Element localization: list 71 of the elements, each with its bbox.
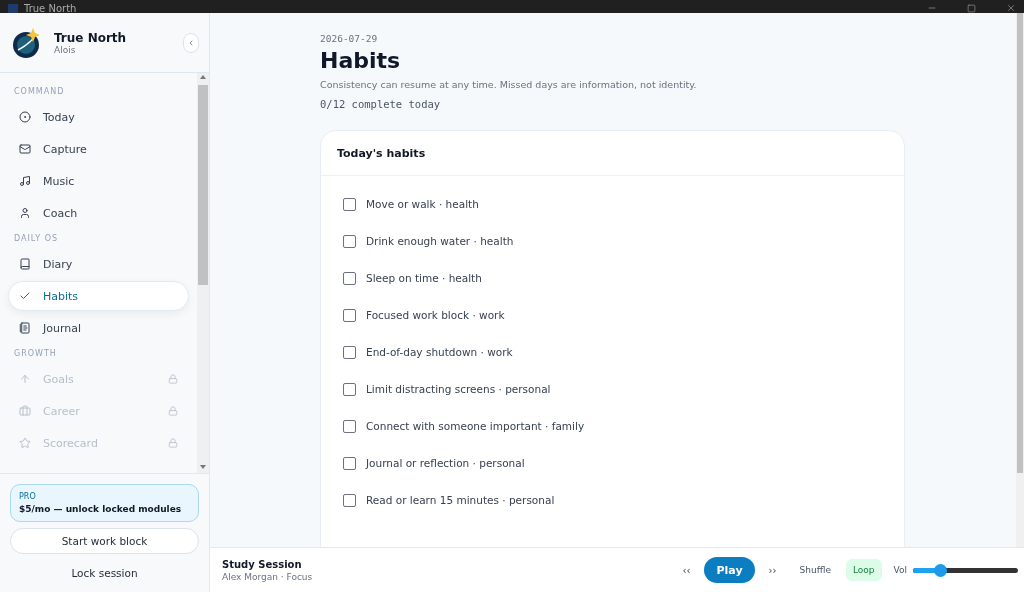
- volume-label: Vol: [893, 565, 907, 575]
- toggle-button[interactable]: Loop: [845, 559, 882, 581]
- track-artist: Alex Morgan · Focus: [222, 571, 314, 582]
- app-icon: [8, 4, 18, 13]
- briefcase-icon: [19, 405, 31, 417]
- start-work-button[interactable]: Start work block: [10, 528, 199, 554]
- book-icon: [19, 258, 31, 270]
- notebook-icon: [19, 322, 31, 334]
- main-scrollbar[interactable]: [1016, 13, 1024, 547]
- scroll-up-icon[interactable]: [200, 75, 206, 79]
- lock-icon: [168, 406, 178, 416]
- nav-item[interactable]: Today: [8, 102, 189, 132]
- star-icon: [19, 437, 31, 449]
- close-icon[interactable]: [1006, 3, 1016, 13]
- habit-label: Sleep on time · health: [366, 272, 482, 284]
- page-subtitle: Consistency can resume at any time. Missed days are information, not identity.: [320, 79, 698, 90]
- music-icon: [19, 175, 31, 187]
- previous-button[interactable]: ‹‹: [674, 564, 699, 576]
- habit-checkbox[interactable]: [343, 382, 356, 396]
- date-label: 2026-07-29: [320, 33, 379, 44]
- habit-checkbox[interactable]: [343, 345, 356, 359]
- lock-session-button[interactable]: Lock session: [10, 560, 199, 586]
- habit-checkbox[interactable]: [343, 234, 356, 248]
- user-icon: [19, 207, 31, 219]
- next-button[interactable]: ››: [760, 564, 785, 576]
- scrollbar[interactable]: [197, 73, 209, 473]
- promo-card[interactable]: PRO $5/mo — unlock locked modules: [10, 484, 199, 522]
- habit-label: Drink enough water · health: [366, 235, 514, 247]
- habit-label: Read or learn 15 minutes · personal: [366, 494, 555, 506]
- maximize-icon[interactable]: [967, 4, 976, 13]
- promo-text: $5/mo — unlock locked modules: [19, 504, 183, 514]
- section-heading: GROWTH: [13, 348, 58, 360]
- lock-icon: [168, 374, 178, 384]
- habit-label: Connect with someone important · family: [366, 420, 585, 432]
- window-title: True North: [24, 4, 77, 13]
- habit-label: Focused work block · work: [366, 309, 505, 321]
- section-heading: DAILY OS: [13, 233, 60, 245]
- target-icon: [19, 111, 31, 123]
- habit-checkbox[interactable]: [343, 456, 356, 470]
- habit-checkbox[interactable]: [343, 308, 356, 322]
- nav-item[interactable]: Journal: [8, 313, 189, 343]
- habit-checkbox[interactable]: [343, 419, 356, 433]
- scroll-down-icon[interactable]: [200, 465, 206, 469]
- habit-label: Journal or reflection · personal: [366, 457, 525, 469]
- track-title: Study Session: [222, 558, 303, 570]
- chevron-left-icon: [187, 38, 195, 47]
- user-name: Alois: [54, 44, 77, 55]
- nav-item[interactable]: Diary: [8, 249, 189, 279]
- progress-text: 0/12 complete today: [320, 98, 442, 110]
- mail-icon: [19, 143, 31, 155]
- habit-checkbox[interactable]: [343, 271, 356, 285]
- habit-checkbox[interactable]: [343, 197, 356, 211]
- volume-thumb[interactable]: [934, 563, 948, 577]
- habit-label: Limit distracting screens · personal: [366, 383, 551, 395]
- nav-item[interactable]: Habits: [8, 281, 189, 311]
- play-button[interactable]: Play: [704, 557, 755, 583]
- section-heading: COMMAND: [13, 86, 66, 98]
- app-name: True North: [54, 30, 128, 45]
- nav-item[interactable]: Coach: [8, 198, 189, 228]
- habit-checkbox[interactable]: [343, 493, 356, 507]
- lock-icon: [168, 438, 178, 448]
- arrow-up-icon: [19, 373, 31, 385]
- nav-item[interactable]: Capture: [8, 134, 189, 164]
- habit-label: End-of-day shutdown · work: [366, 346, 513, 358]
- toggle-button[interactable]: Shuffle: [792, 559, 838, 581]
- page-title: Habits: [320, 48, 402, 73]
- card-title: Today's habits: [337, 146, 426, 160]
- nav-item[interactable]: Music: [8, 166, 189, 196]
- habit-label: Move or walk · health: [366, 198, 479, 210]
- pro-tag: PRO: [19, 492, 190, 501]
- check-icon: [19, 290, 31, 302]
